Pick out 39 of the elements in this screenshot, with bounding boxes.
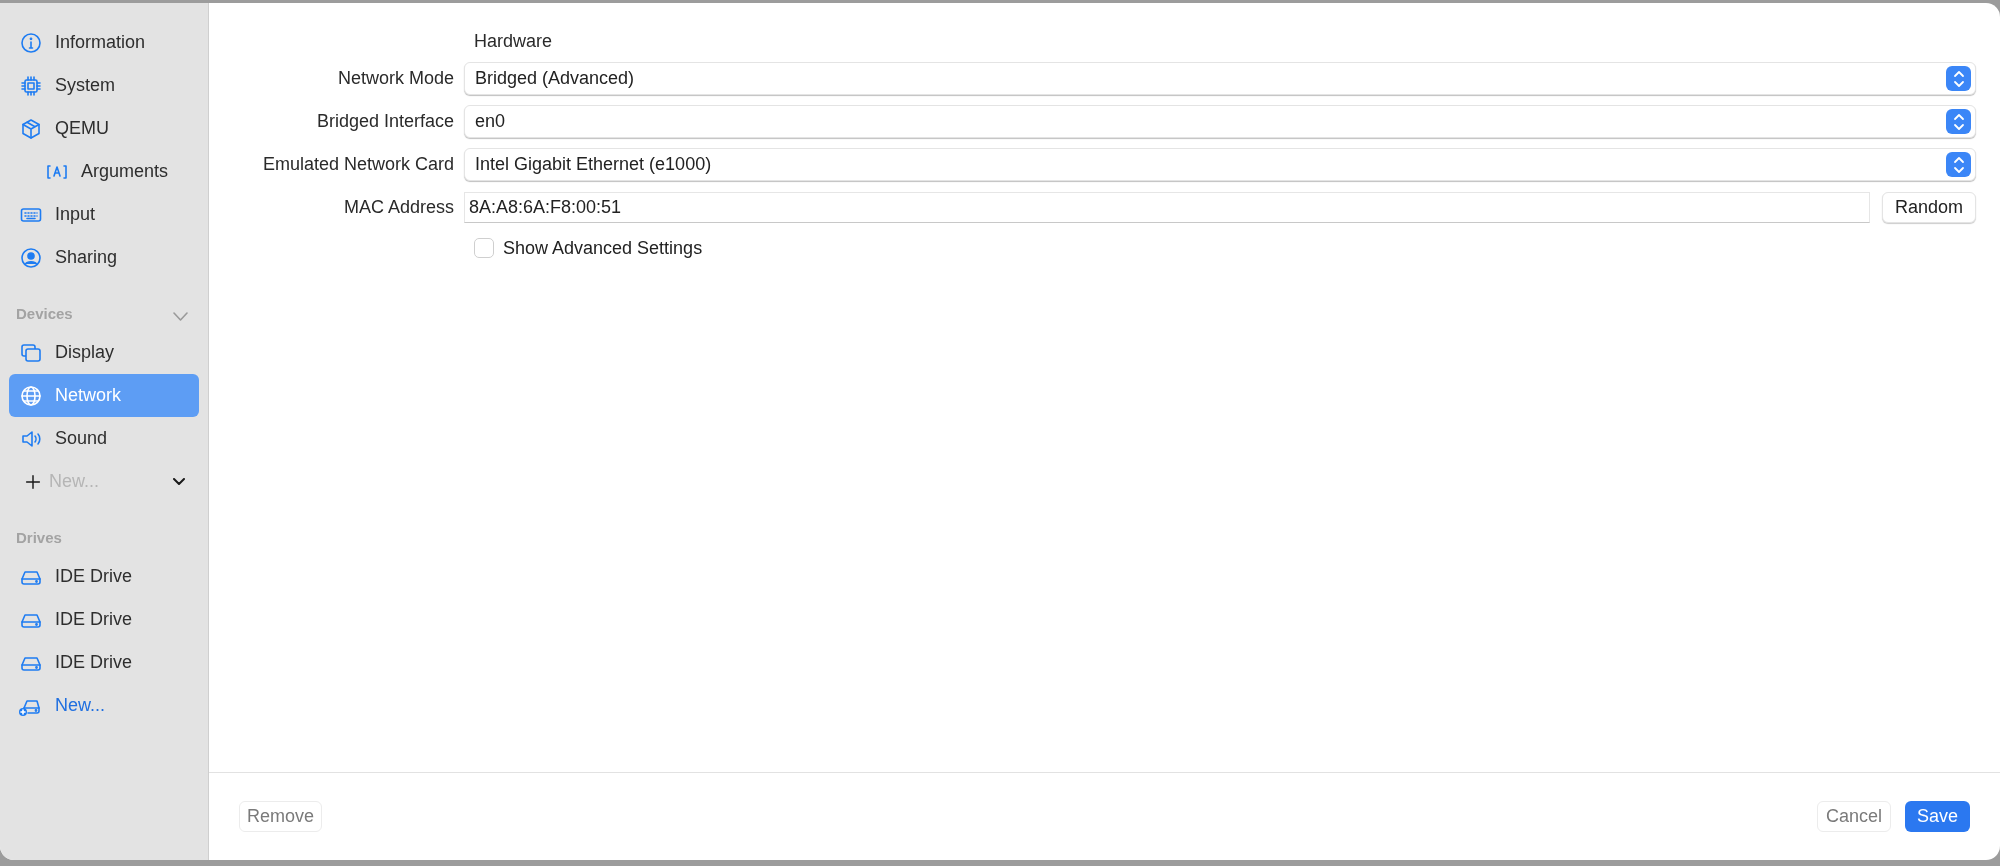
stepper-icon xyxy=(1946,109,1971,134)
sidebar-item[interactable]: IDE Drive xyxy=(9,555,199,598)
sidebar-item[interactable]: Sharing xyxy=(9,236,199,279)
sidebar-item[interactable]: IDE Drive xyxy=(9,641,199,684)
random-button[interactable]: Random xyxy=(1881,192,1976,223)
sidebar-item[interactable]: System xyxy=(9,64,199,107)
person-icon xyxy=(20,246,42,269)
section-title: Hardware xyxy=(474,29,553,53)
sidebar-item[interactable]: Sound xyxy=(9,417,199,460)
chevron-icon xyxy=(173,478,185,485)
popup-button[interactable]: en0 xyxy=(464,105,1976,138)
sidebar-item[interactable]: Input xyxy=(9,193,199,236)
section-header: Devices xyxy=(16,303,73,324)
save-button[interactable]: Save xyxy=(1904,801,1970,832)
globe-icon xyxy=(20,384,42,407)
popup-button[interactable]: Intel Gigabit Ethernet (e1000) xyxy=(464,148,1976,181)
new-drive-link[interactable]: New... xyxy=(9,684,199,727)
remove-button[interactable]: Remove xyxy=(239,801,323,832)
info-icon xyxy=(20,31,42,54)
section-header: Drives xyxy=(16,527,62,548)
sidebar-item[interactable]: Arguments xyxy=(9,150,199,193)
text-field[interactable]: 8A:A8:6A:F8:00:51 xyxy=(464,192,1870,223)
checkbox[interactable]: Show Advanced Settings xyxy=(474,234,703,262)
field-label: Network Mode xyxy=(336,67,455,90)
sidebar-item[interactable]: QEMU xyxy=(9,107,199,150)
cancel-button[interactable]: Cancel xyxy=(1816,801,1891,832)
windows-icon xyxy=(20,341,42,364)
stepper-icon xyxy=(1946,152,1971,177)
field-label: Emulated Network Card xyxy=(261,153,455,176)
stepper-icon xyxy=(1946,66,1971,91)
chevron-icon[interactable] xyxy=(173,312,188,321)
sidebar-item[interactable]: Information xyxy=(9,21,199,64)
chip-icon xyxy=(20,74,42,97)
popup-button[interactable]: Bridged (Advanced) xyxy=(464,62,1976,95)
field-label: Bridged Interface xyxy=(315,110,455,133)
field-label: MAC Address xyxy=(342,196,455,219)
sidebar-item[interactable]: IDE Drive xyxy=(9,598,199,641)
cube-icon xyxy=(20,117,42,140)
sidebar-item[interactable]: Display xyxy=(9,331,199,374)
